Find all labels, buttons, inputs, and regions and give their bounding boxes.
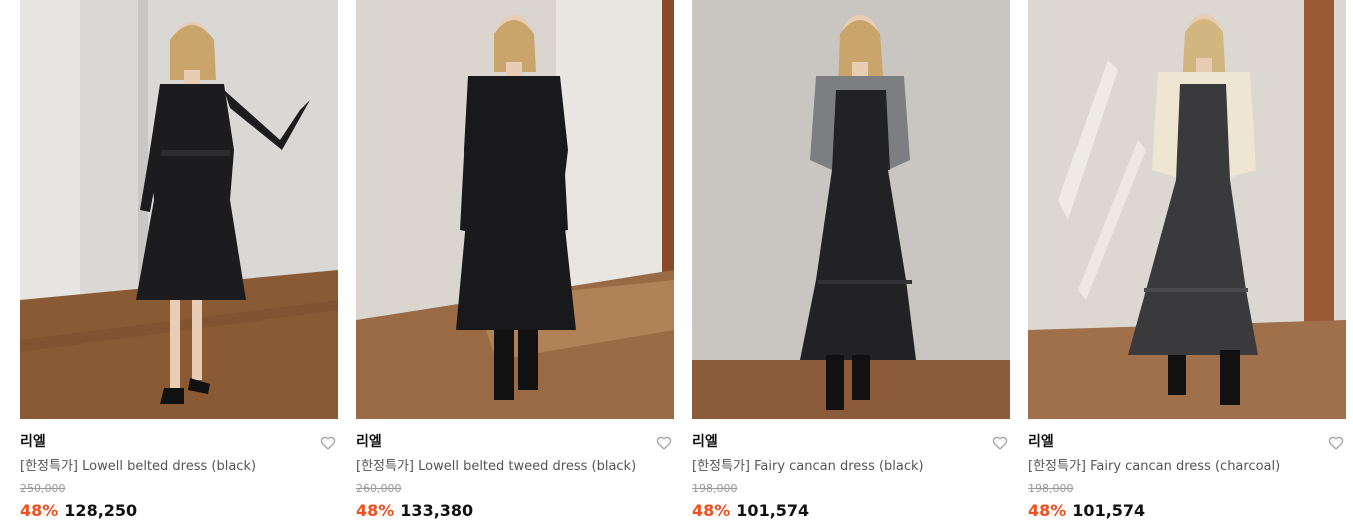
discount-rate: 48% (692, 501, 731, 520)
product-title[interactable]: [한정특가] Fairy cancan dress (charcoal) (1028, 458, 1346, 476)
heart-outline-icon[interactable] (320, 435, 336, 451)
original-price: 260,000 (356, 482, 402, 495)
product-card[interactable]: 리엘 [한정특가] Lowell belted tweed dress (bla… (356, 0, 674, 522)
discount-rate: 48% (1028, 501, 1067, 520)
price-row: 48% 101,574 (1028, 500, 1346, 522)
brand-name[interactable]: 리엘 (692, 433, 1010, 451)
product-image[interactable] (692, 0, 1010, 419)
original-price: 198,000 (1028, 482, 1074, 495)
product-image[interactable] (356, 0, 674, 419)
brand-name[interactable]: 리엘 (20, 433, 338, 451)
discount-rate: 48% (356, 501, 395, 520)
product-info: 리엘 [한정특가] Lowell belted dress (black) 25… (20, 419, 338, 522)
sale-price: 128,250 (64, 501, 138, 520)
product-grid: 리엘 [한정특가] Lowell belted dress (black) 25… (20, 0, 1346, 522)
product-photo-4 (1028, 0, 1346, 419)
price-row: 48% 128,250 (20, 500, 338, 522)
product-title[interactable]: [한정특가] Lowell belted tweed dress (black) (356, 458, 674, 476)
heart-outline-icon[interactable] (656, 435, 672, 451)
heart-outline-icon[interactable] (1328, 435, 1344, 451)
product-card[interactable]: 리엘 [한정특가] Lowell belted dress (black) 25… (20, 0, 338, 522)
product-card[interactable]: 리엘 [한정특가] Fairy cancan dress (charcoal) … (1028, 0, 1346, 522)
price-row: 48% 101,574 (692, 500, 1010, 522)
heart-outline-icon[interactable] (992, 435, 1008, 451)
product-info: 리엘 [한정특가] Fairy cancan dress (black) 198… (692, 419, 1010, 522)
sale-price: 133,380 (400, 501, 474, 520)
brand-name[interactable]: 리엘 (1028, 433, 1346, 451)
price-row: 48% 133,380 (356, 500, 674, 522)
original-price: 198,000 (692, 482, 738, 495)
discount-rate: 48% (20, 501, 59, 520)
product-title[interactable]: [한정특가] Lowell belted dress (black) (20, 458, 338, 476)
sale-price: 101,574 (1072, 501, 1146, 520)
product-image[interactable] (20, 0, 338, 419)
brand-name[interactable]: 리엘 (356, 433, 674, 451)
product-image[interactable] (1028, 0, 1346, 419)
original-price: 250,000 (20, 482, 66, 495)
product-card[interactable]: 리엘 [한정특가] Fairy cancan dress (black) 198… (692, 0, 1010, 522)
product-title[interactable]: [한정특가] Fairy cancan dress (black) (692, 458, 1010, 476)
product-photo-1 (20, 0, 338, 419)
product-info: 리엘 [한정특가] Fairy cancan dress (charcoal) … (1028, 419, 1346, 522)
sale-price: 101,574 (736, 501, 810, 520)
product-photo-2 (356, 0, 674, 419)
product-info: 리엘 [한정특가] Lowell belted tweed dress (bla… (356, 419, 674, 522)
product-photo-3 (692, 0, 1010, 419)
